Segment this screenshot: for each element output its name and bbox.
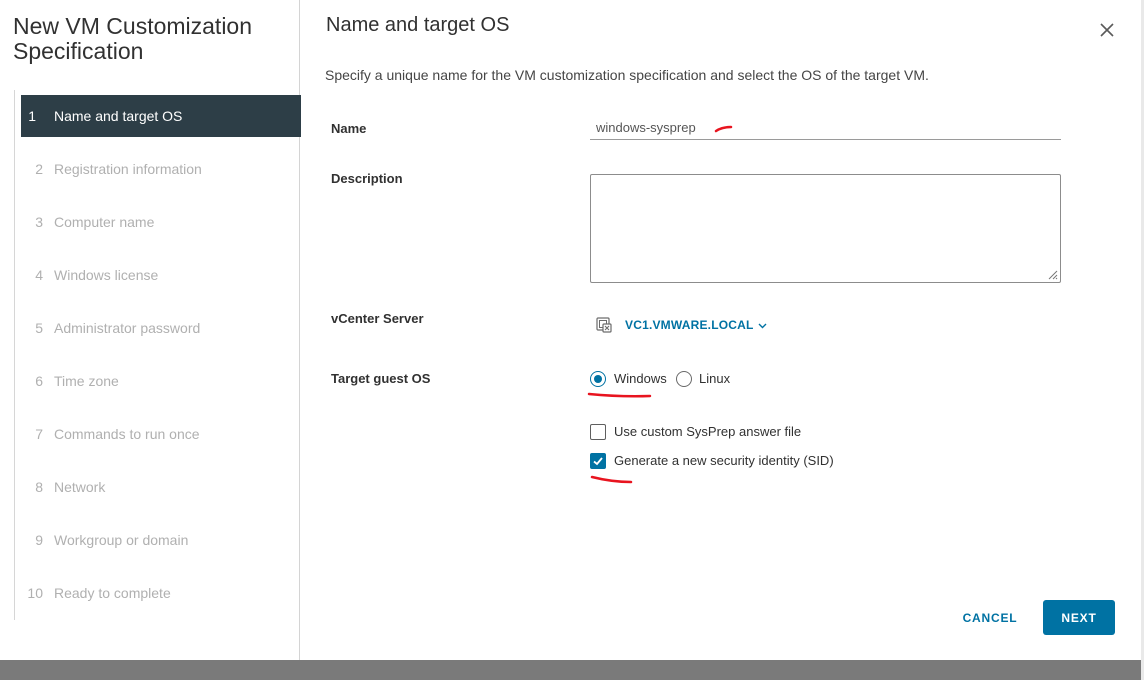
step-number: 9 bbox=[35, 532, 43, 548]
intro-text: Specify a unique name for the VM customi… bbox=[325, 67, 929, 83]
wizard-content: Name and target OS Specify a unique name… bbox=[301, 0, 1141, 660]
step-number: 2 bbox=[35, 161, 43, 177]
step-label: Workgroup or domain bbox=[54, 532, 189, 548]
vcenter-server-dropdown[interactable]: VC1.VMWARE.LOCAL bbox=[625, 318, 767, 332]
wizard-sidebar: New VM Customization Specification 1 Nam… bbox=[0, 0, 301, 660]
wizard-title: New VM Customization Specification bbox=[13, 13, 253, 64]
wizard-steps: 1 Name and target OS 2 Registration info… bbox=[14, 90, 301, 620]
step-ready-to-complete[interactable]: 10 Ready to complete bbox=[21, 572, 301, 614]
use-sysprep-label[interactable]: Use custom SysPrep answer file bbox=[614, 424, 801, 439]
name-label: Name bbox=[331, 121, 367, 136]
radio-linux-label[interactable]: Linux bbox=[699, 371, 730, 386]
use-sysprep-checkbox[interactable] bbox=[590, 424, 606, 440]
step-label: Registration information bbox=[54, 161, 202, 177]
step-network[interactable]: 8 Network bbox=[21, 466, 301, 508]
generate-sid-checkbox[interactable] bbox=[590, 453, 606, 469]
target-guest-os-label: Target guest OS bbox=[331, 371, 431, 386]
name-input[interactable] bbox=[590, 116, 1061, 140]
radio-windows-label[interactable]: Windows bbox=[614, 371, 667, 386]
step-label: Windows license bbox=[54, 267, 159, 283]
vcenter-label: vCenter Server bbox=[331, 311, 424, 326]
step-number: 4 bbox=[35, 267, 43, 283]
resize-grip-icon[interactable] bbox=[1046, 268, 1058, 280]
radio-linux[interactable] bbox=[676, 371, 692, 387]
step-windows-license[interactable]: 4 Windows license bbox=[21, 254, 301, 296]
vcenter-server-value: VC1.VMWARE.LOCAL bbox=[625, 318, 754, 332]
description-textarea[interactable] bbox=[590, 174, 1061, 283]
step-number: 1 bbox=[28, 108, 36, 124]
step-label: Computer name bbox=[54, 214, 155, 230]
description-label: Description bbox=[331, 171, 403, 186]
step-label: Time zone bbox=[54, 373, 119, 389]
checkmark-icon bbox=[593, 457, 603, 466]
step-administrator-password[interactable]: 5 Administrator password bbox=[21, 307, 301, 349]
cancel-button[interactable]: CANCEL bbox=[953, 601, 1027, 635]
step-number: 8 bbox=[35, 479, 43, 495]
step-number: 7 bbox=[35, 426, 43, 442]
step-number: 5 bbox=[35, 320, 43, 336]
chevron-down-icon bbox=[758, 323, 767, 329]
close-icon bbox=[1100, 23, 1114, 37]
step-label: Name and target OS bbox=[54, 108, 183, 124]
close-button[interactable] bbox=[1097, 20, 1117, 40]
step-name-and-target-os[interactable]: 1 Name and target OS bbox=[21, 95, 301, 137]
step-time-zone[interactable]: 6 Time zone bbox=[21, 360, 301, 402]
step-label: Ready to complete bbox=[54, 585, 171, 601]
step-number: 3 bbox=[35, 214, 43, 230]
step-computer-name[interactable]: 3 Computer name bbox=[21, 201, 301, 243]
page-title: Name and target OS bbox=[326, 14, 510, 36]
step-number: 10 bbox=[27, 585, 43, 601]
step-registration-information[interactable]: 2 Registration information bbox=[21, 148, 301, 190]
vcenter-server-icon bbox=[596, 317, 612, 333]
step-label: Network bbox=[54, 479, 106, 495]
step-label: Administrator password bbox=[54, 320, 201, 336]
step-workgroup-or-domain[interactable]: 9 Workgroup or domain bbox=[21, 519, 301, 561]
wizard-dialog: New VM Customization Specification 1 Nam… bbox=[0, 0, 1141, 660]
step-commands-to-run-once[interactable]: 7 Commands to run once bbox=[21, 413, 301, 455]
step-number: 6 bbox=[35, 373, 43, 389]
generate-sid-label[interactable]: Generate a new security identity (SID) bbox=[614, 453, 834, 468]
next-button[interactable]: NEXT bbox=[1043, 600, 1115, 635]
step-label: Commands to run once bbox=[54, 426, 200, 442]
radio-windows[interactable] bbox=[590, 371, 606, 387]
